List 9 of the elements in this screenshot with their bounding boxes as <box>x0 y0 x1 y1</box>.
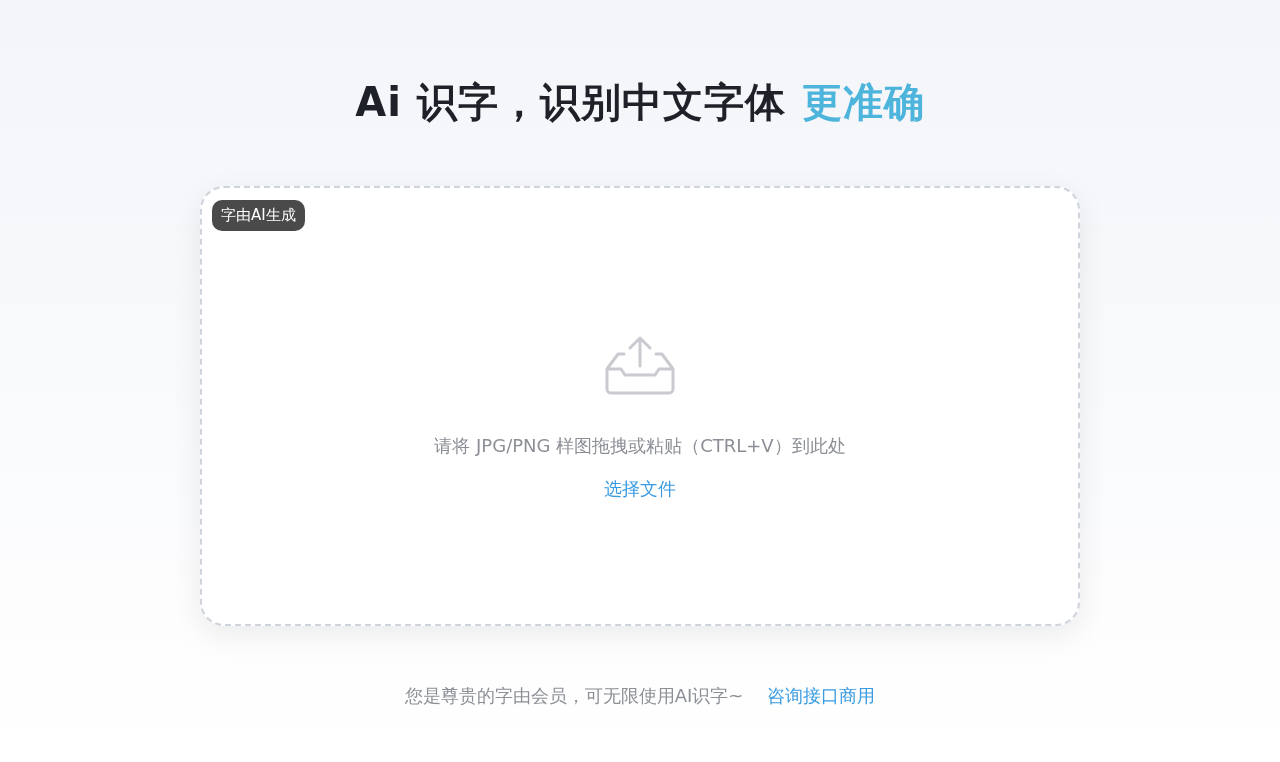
upload-hint: 请将 JPG/PNG 样图拖拽或粘贴（CTRL+V）到此处 <box>434 434 846 458</box>
headline-accent: 更准确 <box>801 78 925 127</box>
member-note: 您是尊贵的字由会员，可无限使用AI识字~ <box>404 684 744 708</box>
ai-badge: 字由AI生成 <box>212 200 305 231</box>
headline: Ai 识字，识别中文字体 <box>355 78 786 127</box>
api-consult-link[interactable]: 咨询接口商用 <box>767 682 876 709</box>
upload-tray-icon <box>604 334 676 398</box>
choose-file-link[interactable]: 选择文件 <box>604 475 676 502</box>
upload-dropzone[interactable]: 字由AI生成 请将 JPG/PNG 样图拖拽或粘贴（CTRL+V）到此处 选择文件 <box>200 186 1080 626</box>
